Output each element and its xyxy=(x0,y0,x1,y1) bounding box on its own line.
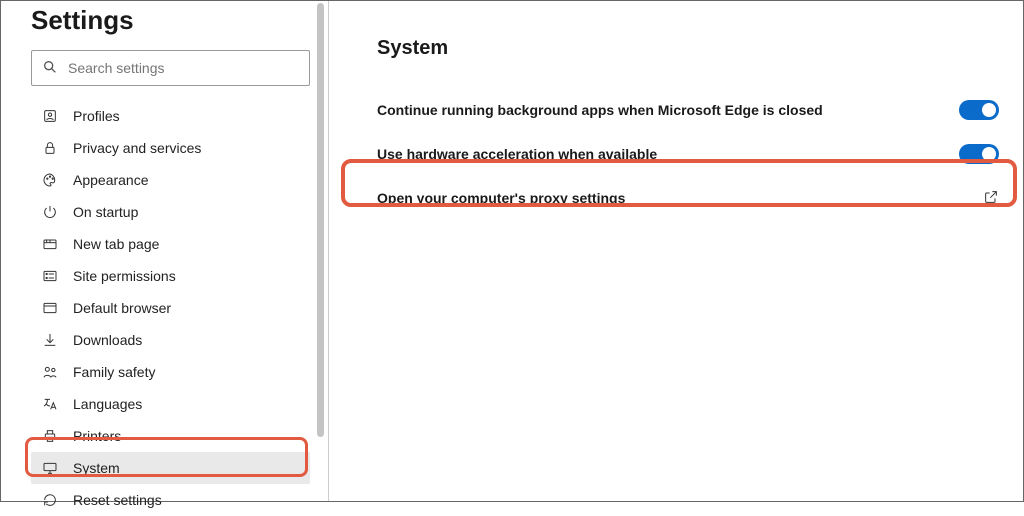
sidebar-item-label: On startup xyxy=(73,204,138,220)
sidebar-item-label: Privacy and services xyxy=(73,140,201,156)
sidebar-item-label: Profiles xyxy=(73,108,120,124)
browser-icon xyxy=(41,300,59,316)
sidebar-item-appearance[interactable]: Appearance xyxy=(31,164,310,196)
appearance-icon xyxy=(41,172,59,188)
search-input[interactable] xyxy=(68,60,299,76)
toggle-hardware-accel[interactable] xyxy=(959,144,999,164)
sidebar-item-label: Printers xyxy=(73,428,121,444)
permissions-icon xyxy=(41,268,59,284)
sidebar-item-default-browser[interactable]: Default browser xyxy=(31,292,310,324)
sidebar-item-startup[interactable]: On startup xyxy=(31,196,310,228)
sidebar: Settings Profiles Privacy and services A… xyxy=(1,1,329,501)
main-content: System Continue running background apps … xyxy=(329,1,1023,501)
profiles-icon xyxy=(41,108,59,124)
setting-label: Use hardware acceleration when available xyxy=(377,146,657,162)
family-icon xyxy=(41,364,59,380)
new-tab-icon xyxy=(41,236,59,252)
system-icon xyxy=(41,460,59,476)
sidebar-item-reset[interactable]: Reset settings xyxy=(31,484,310,516)
languages-icon xyxy=(41,396,59,412)
sidebar-item-label: Reset settings xyxy=(73,492,162,508)
sidebar-item-label: New tab page xyxy=(73,236,159,252)
sidebar-item-label: Family safety xyxy=(73,364,155,380)
setting-label: Open your computer's proxy settings xyxy=(377,190,625,206)
printers-icon xyxy=(41,428,59,444)
sidebar-item-downloads[interactable]: Downloads xyxy=(31,324,310,356)
search-input-wrap[interactable] xyxy=(31,50,310,86)
sidebar-item-languages[interactable]: Languages xyxy=(31,388,310,420)
sidebar-item-family[interactable]: Family safety xyxy=(31,356,310,388)
main-heading: System xyxy=(377,37,999,60)
reset-icon xyxy=(41,492,59,508)
power-icon xyxy=(41,204,59,220)
sidebar-item-permissions[interactable]: Site permissions xyxy=(31,260,310,292)
lock-icon xyxy=(41,140,59,156)
sidebar-item-label: Site permissions xyxy=(73,268,176,284)
sidebar-item-label: Default browser xyxy=(73,300,171,316)
sidebar-nav: Profiles Privacy and services Appearance… xyxy=(31,100,310,516)
scrollbar[interactable] xyxy=(317,3,324,437)
setting-label: Continue running background apps when Mi… xyxy=(377,102,823,118)
sidebar-item-label: Languages xyxy=(73,396,142,412)
sidebar-item-system[interactable]: System xyxy=(31,452,310,484)
sidebar-item-label: System xyxy=(73,460,120,476)
external-link-icon xyxy=(983,189,999,208)
toggle-background-apps[interactable] xyxy=(959,100,999,120)
sidebar-item-profiles[interactable]: Profiles xyxy=(31,100,310,132)
sidebar-item-printers[interactable]: Printers xyxy=(31,420,310,452)
sidebar-item-privacy[interactable]: Privacy and services xyxy=(31,132,310,164)
setting-row-proxy[interactable]: Open your computer's proxy settings xyxy=(377,176,999,220)
download-icon xyxy=(41,332,59,348)
sidebar-item-label: Downloads xyxy=(73,332,142,348)
search-icon xyxy=(42,59,58,78)
page-title: Settings xyxy=(31,5,310,36)
sidebar-item-newtab[interactable]: New tab page xyxy=(31,228,310,260)
setting-row-background-apps: Continue running background apps when Mi… xyxy=(377,88,999,132)
sidebar-item-label: Appearance xyxy=(73,172,149,188)
setting-row-hardware-accel: Use hardware acceleration when available xyxy=(377,132,999,176)
